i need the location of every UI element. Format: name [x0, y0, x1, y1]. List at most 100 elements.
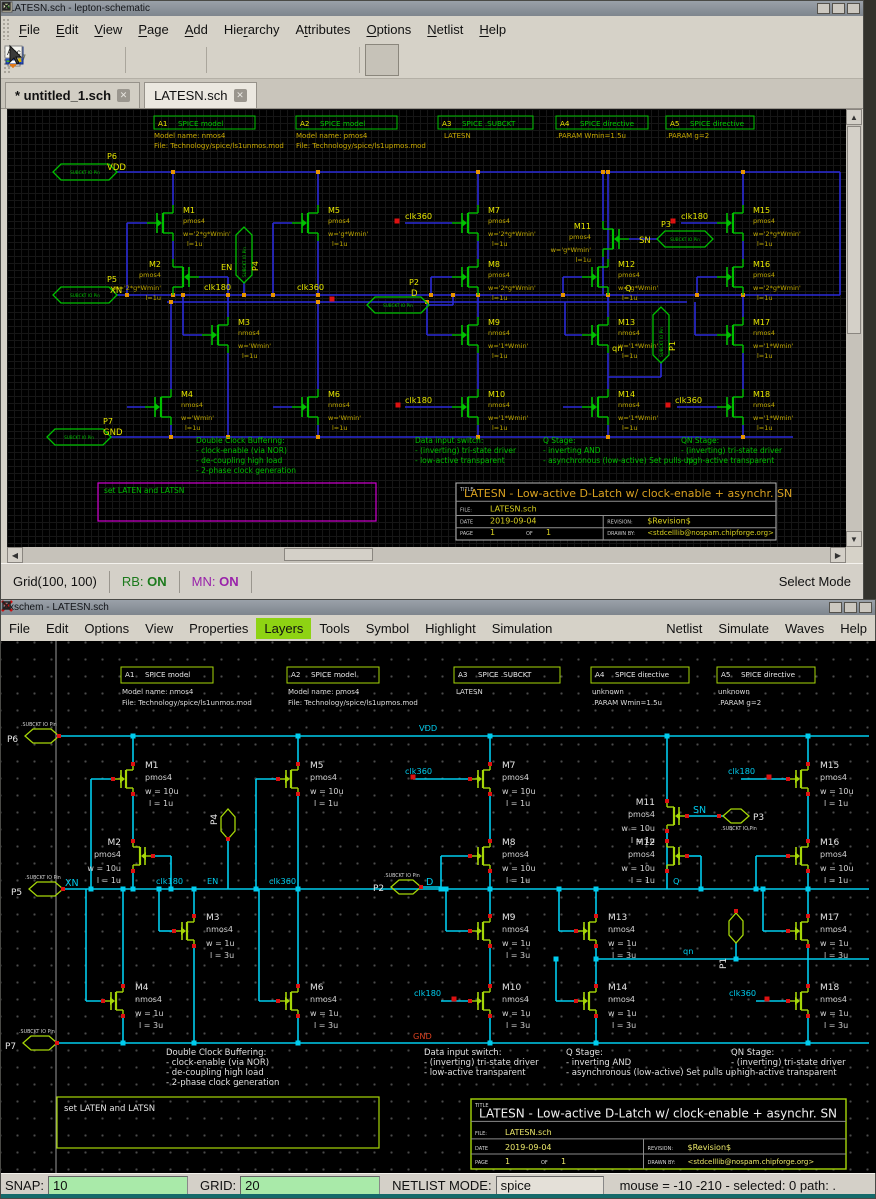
- device-length[interactable]: l = 3u: [506, 951, 530, 960]
- net-label-clk180[interactable]: clk180: [405, 395, 432, 405]
- device-name[interactable]: M4: [135, 983, 149, 993]
- titleblock-revision-label[interactable]: REVISION:: [648, 1146, 674, 1152]
- unconnected-marker[interactable]: [411, 775, 416, 780]
- menu-help[interactable]: Help: [832, 618, 875, 639]
- net-label-GND[interactable]: GND: [413, 1031, 432, 1041]
- annotation-title[interactable]: SPICE model: [311, 670, 356, 679]
- device-length[interactable]: l=1u: [622, 424, 638, 432]
- transistor-M10[interactable]: M10nmos4w = 1ul = 3u: [468, 983, 531, 1030]
- transistor-M5[interactable]: M5pmos4w='g*Wmin'l=1u: [292, 205, 369, 248]
- annotation-id[interactable]: A4: [560, 119, 570, 128]
- menu-file[interactable]: File: [1, 618, 38, 639]
- device-length[interactable]: l=1u: [757, 240, 773, 248]
- net-label-clk360[interactable]: clk360: [297, 282, 324, 292]
- note-line[interactable]: QN Stage:: [731, 1048, 774, 1058]
- transistor-M10[interactable]: M10nmos4w='1*Wmin'l=1u: [452, 389, 529, 432]
- device-type[interactable]: nmos4: [608, 925, 635, 934]
- titleblock-drawnby[interactable]: <stdcelllib@nospam.chipforge.org>: [688, 1158, 815, 1166]
- device-width[interactable]: w = 10u: [87, 864, 121, 873]
- device-type[interactable]: nmos4: [328, 401, 350, 409]
- note-line[interactable]: - high-active transparent: [681, 456, 774, 465]
- annotation-A1[interactable]: A1SPICE modelModel name: nmos4File: Tech…: [121, 667, 252, 707]
- note-text[interactable]: QN Stage:- (inverting) tri-state driver-…: [731, 1048, 846, 1078]
- annotation-line[interactable]: File: Technology/spice/ls1unmos.mod: [122, 699, 252, 707]
- titleblock-of[interactable]: 1: [546, 528, 551, 537]
- port-P3[interactable]: SUBCKT IO PinP3SN: [639, 220, 713, 247]
- net-label-clk360[interactable]: clk360: [269, 876, 296, 886]
- device-length[interactable]: l=1u: [145, 294, 161, 302]
- titleblock-file[interactable]: LATESN.sch: [490, 504, 537, 513]
- port-pin-type[interactable]: .SUBCKT IO Pin: [384, 873, 420, 879]
- note-line[interactable]: Q Stage:: [543, 436, 576, 445]
- annotation-title[interactable]: SPICE directive: [615, 670, 670, 679]
- device-type[interactable]: pmos4: [569, 233, 591, 241]
- note-line[interactable]: Data input switch:: [415, 436, 483, 445]
- scroll-right-button[interactable]: ▶: [830, 547, 846, 563]
- transistor-M1[interactable]: M1pmos4w = 10ul = 1u: [111, 761, 179, 808]
- note-line[interactable]: - asynchronous (low-active) Set pulls up: [566, 1068, 736, 1078]
- device-width[interactable]: w = 10u: [621, 824, 655, 833]
- note-line[interactable]: - de-coupling high load: [166, 1068, 264, 1078]
- device-name[interactable]: M10: [502, 983, 521, 993]
- port-P1[interactable]: SUBCKT IO Pin P1: [653, 307, 677, 363]
- transistor-M17[interactable]: M17nmos4w = 1ul = 3u: [786, 913, 849, 960]
- annotation-line[interactable]: unknown: [592, 688, 624, 696]
- titleblock-drawnby[interactable]: <stdcelllib@nospam.chipforge.org>: [647, 529, 774, 537]
- device-name[interactable]: M13: [608, 913, 627, 923]
- device-name[interactable]: M6: [328, 390, 340, 399]
- titleblock-of[interactable]: 1: [561, 1157, 566, 1166]
- port-net-label[interactable]: XN: [110, 286, 122, 296]
- transistor-M6[interactable]: M6nmos4w='Wmin'l=1u: [292, 389, 361, 432]
- device-width[interactable]: w = 10u: [621, 864, 655, 873]
- transistor-M14[interactable]: M14nmos4w='1*Wmin'l=1u: [582, 389, 659, 432]
- port-net-label[interactable]: D: [411, 289, 418, 299]
- menu-properties[interactable]: Properties: [181, 618, 256, 639]
- menu-layers[interactable]: Layers: [256, 618, 311, 639]
- port-name[interactable]: P6: [7, 735, 18, 745]
- device-name[interactable]: M5: [310, 761, 324, 771]
- tab-close-icon[interactable]: ✕: [234, 89, 247, 102]
- note-line[interactable]: - inverting AND: [566, 1058, 632, 1068]
- note-line[interactable]: - low-active transparent: [415, 456, 505, 465]
- device-type[interactable]: pmos4: [488, 217, 510, 225]
- transistor-M1[interactable]: M1pmos4w='2*g*Wmin'l=1u: [147, 205, 231, 248]
- device-type[interactable]: nmos4: [820, 995, 847, 1004]
- device-name[interactable]: M3: [206, 913, 220, 923]
- device-type[interactable]: nmos4: [753, 329, 775, 337]
- net-label-Q[interactable]: Q: [625, 283, 631, 293]
- titleblock-of-label[interactable]: OF: [541, 1160, 548, 1166]
- device-name[interactable]: M15: [753, 206, 770, 215]
- port-pin-type[interactable]: SUBCKT IO Pin: [659, 327, 664, 357]
- note-line[interactable]: - (inverting) tri-state driver: [681, 446, 783, 455]
- titleblock-file[interactable]: LATESN.sch: [505, 1128, 552, 1137]
- note-text[interactable]: Data input switch:- (inverting) tri-stat…: [415, 436, 517, 465]
- port-P5[interactable]: SUBCKT IO PinP5XN: [53, 275, 122, 303]
- port-P6[interactable]: SUBCKT IO PinP6VDD: [53, 152, 126, 180]
- annotation-title[interactable]: SPICE directive: [741, 670, 796, 679]
- device-type[interactable]: pmos4: [145, 773, 172, 782]
- port-name[interactable]: P1: [668, 341, 677, 351]
- menu-symbol[interactable]: Symbol: [358, 618, 417, 639]
- annotation-line[interactable]: File: Technology/spice/ls1upmos.mod: [288, 699, 418, 707]
- vertical-scroll-thumb[interactable]: [847, 126, 861, 334]
- lepton-titlebar[interactable]: LATESN.sch - lepton-schematic: [1, 1, 863, 16]
- titleblock-date[interactable]: 2019-09-04: [505, 1143, 552, 1152]
- note-line[interactable]: Data input switch:: [424, 1048, 502, 1058]
- device-length[interactable]: l = 3u: [612, 1021, 636, 1030]
- device-length[interactable]: l=1u: [187, 240, 203, 248]
- transistor-M11[interactable]: M11pmos4w = 10ul = 1u: [621, 798, 689, 845]
- note-frame-text[interactable]: set LATEN and LATSN: [104, 486, 184, 495]
- menu-waves[interactable]: Waves: [777, 618, 832, 639]
- device-type[interactable]: pmos4: [820, 773, 847, 782]
- note-text[interactable]: Data input switch:- (inverting) tri-stat…: [424, 1048, 539, 1078]
- device-type[interactable]: nmos4: [488, 401, 510, 409]
- titleblock-title[interactable]: LATESN - Low-active D-Latch w/ clock-ena…: [479, 1106, 837, 1120]
- device-type[interactable]: nmos4: [135, 995, 162, 1004]
- annotation-title[interactable]: SPICE model: [178, 119, 223, 128]
- titleblock-of-label[interactable]: OF: [526, 531, 533, 537]
- menu-netlist[interactable]: Netlist: [419, 19, 471, 40]
- device-width[interactable]: w = 1u: [310, 1009, 339, 1018]
- transistor-M3[interactable]: M3nmos4w='Wmin'l=1u: [202, 317, 271, 360]
- menu-netlist[interactable]: Netlist: [658, 618, 710, 639]
- device-name[interactable]: M8: [488, 260, 500, 269]
